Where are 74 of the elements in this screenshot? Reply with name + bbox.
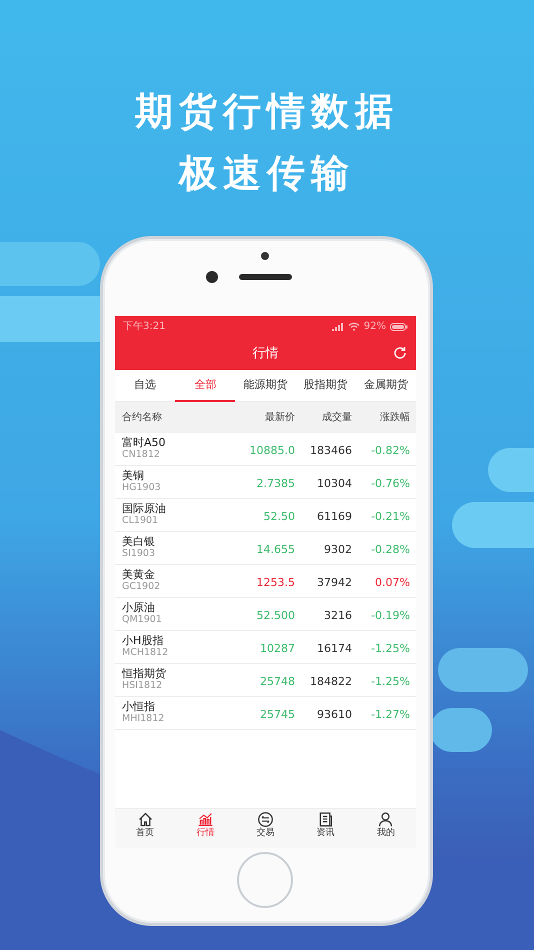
exchange-icon bbox=[257, 811, 274, 828]
contract-code: MHI1812 bbox=[122, 714, 164, 725]
price-cell: 52.500 bbox=[256, 609, 295, 622]
nav-tab[interactable]: 交易 bbox=[235, 809, 296, 848]
contract-code: MCH1812 bbox=[122, 648, 168, 659]
price-cell: 14.655 bbox=[256, 543, 295, 556]
volume-cell: 37942 bbox=[317, 576, 352, 589]
user-icon bbox=[377, 811, 394, 828]
price-cell: 52.50 bbox=[264, 510, 295, 523]
price-cell: 25745 bbox=[260, 708, 295, 721]
contract-name: 美铜 bbox=[122, 470, 144, 483]
price-cell: 10885.0 bbox=[250, 444, 295, 457]
contract-name: 美白银 bbox=[122, 536, 155, 549]
volume-cell: 9302 bbox=[324, 543, 352, 556]
volume-cell: 16174 bbox=[317, 642, 352, 655]
contract-code: HG1903 bbox=[122, 482, 161, 494]
contract-name: 国际原油 bbox=[122, 503, 166, 516]
column-header: 涨跌幅 bbox=[380, 412, 410, 423]
column-header: 最新价 bbox=[265, 412, 295, 423]
contract-code: CL1901 bbox=[122, 516, 158, 527]
wifi-icon bbox=[348, 322, 360, 331]
price-cell: 2.7385 bbox=[256, 477, 295, 490]
nav-tab[interactable]: 首页 bbox=[115, 809, 176, 848]
home-icon bbox=[136, 811, 154, 828]
headline: 期货行情数据 bbox=[135, 92, 399, 130]
volume-cell: 93610 bbox=[317, 708, 352, 721]
refresh-icon[interactable] bbox=[393, 346, 407, 360]
change-cell: -1.25% bbox=[371, 675, 410, 688]
contract-name: 小原油 bbox=[122, 602, 155, 615]
headline: 极速传输 bbox=[179, 154, 355, 192]
nav-tab[interactable]: 行情 bbox=[175, 809, 236, 848]
change-cell: 0.07% bbox=[375, 576, 410, 589]
volume-cell: 3216 bbox=[324, 609, 352, 622]
contract-code: GC1902 bbox=[122, 582, 160, 593]
contract-code: CN1812 bbox=[122, 450, 160, 461]
newspaper-icon bbox=[317, 811, 334, 828]
page-title: 行情 bbox=[252, 344, 278, 363]
volume-cell: 184822 bbox=[310, 675, 352, 688]
change-cell: -0.76% bbox=[371, 477, 410, 490]
decorative-pill bbox=[488, 448, 534, 492]
column-header: 合约名称 bbox=[122, 412, 162, 423]
chart-icon bbox=[196, 811, 214, 828]
tab[interactable]: 金属期货 bbox=[356, 370, 416, 402]
price-cell: 25748 bbox=[260, 675, 295, 688]
contract-name: 美黄金 bbox=[122, 569, 155, 582]
contract-name: 富时A50 bbox=[122, 437, 166, 450]
contract-name: 小恒指 bbox=[122, 701, 155, 714]
battery-icon bbox=[390, 322, 408, 330]
battery-percent: 92% bbox=[364, 320, 386, 334]
decorative-pill bbox=[430, 708, 492, 752]
change-cell: -1.25% bbox=[371, 642, 410, 655]
contract-code: SI1903 bbox=[122, 548, 156, 560]
change-cell: -0.28% bbox=[371, 543, 410, 556]
change-cell: -0.21% bbox=[371, 510, 410, 523]
change-cell: -1.27% bbox=[371, 708, 410, 721]
contract-name: 小H股指 bbox=[122, 635, 164, 648]
status-time: 下午3:21 bbox=[123, 320, 166, 334]
tab[interactable]: 自选 bbox=[115, 370, 176, 402]
nav-tab[interactable]: 资讯 bbox=[296, 809, 356, 848]
column-header: 成交量 bbox=[322, 412, 352, 423]
price-cell: 10287 bbox=[260, 642, 295, 655]
change-cell: -0.82% bbox=[371, 444, 410, 457]
volume-cell: 10304 bbox=[317, 477, 352, 490]
contract-code: HSI1812 bbox=[122, 680, 162, 692]
nav-tab[interactable]: 我的 bbox=[356, 809, 416, 848]
contract-code: QM1901 bbox=[122, 614, 162, 626]
signal-icon bbox=[332, 322, 344, 330]
tab[interactable]: 能源期货 bbox=[235, 370, 296, 402]
contract-name: 恒指期货 bbox=[122, 668, 166, 681]
volume-cell: 61169 bbox=[317, 510, 352, 523]
price-cell: 1253.5 bbox=[256, 576, 295, 589]
tab[interactable]: 股指期货 bbox=[296, 370, 356, 402]
change-cell: -0.19% bbox=[371, 609, 410, 622]
volume-cell: 183466 bbox=[310, 444, 352, 457]
